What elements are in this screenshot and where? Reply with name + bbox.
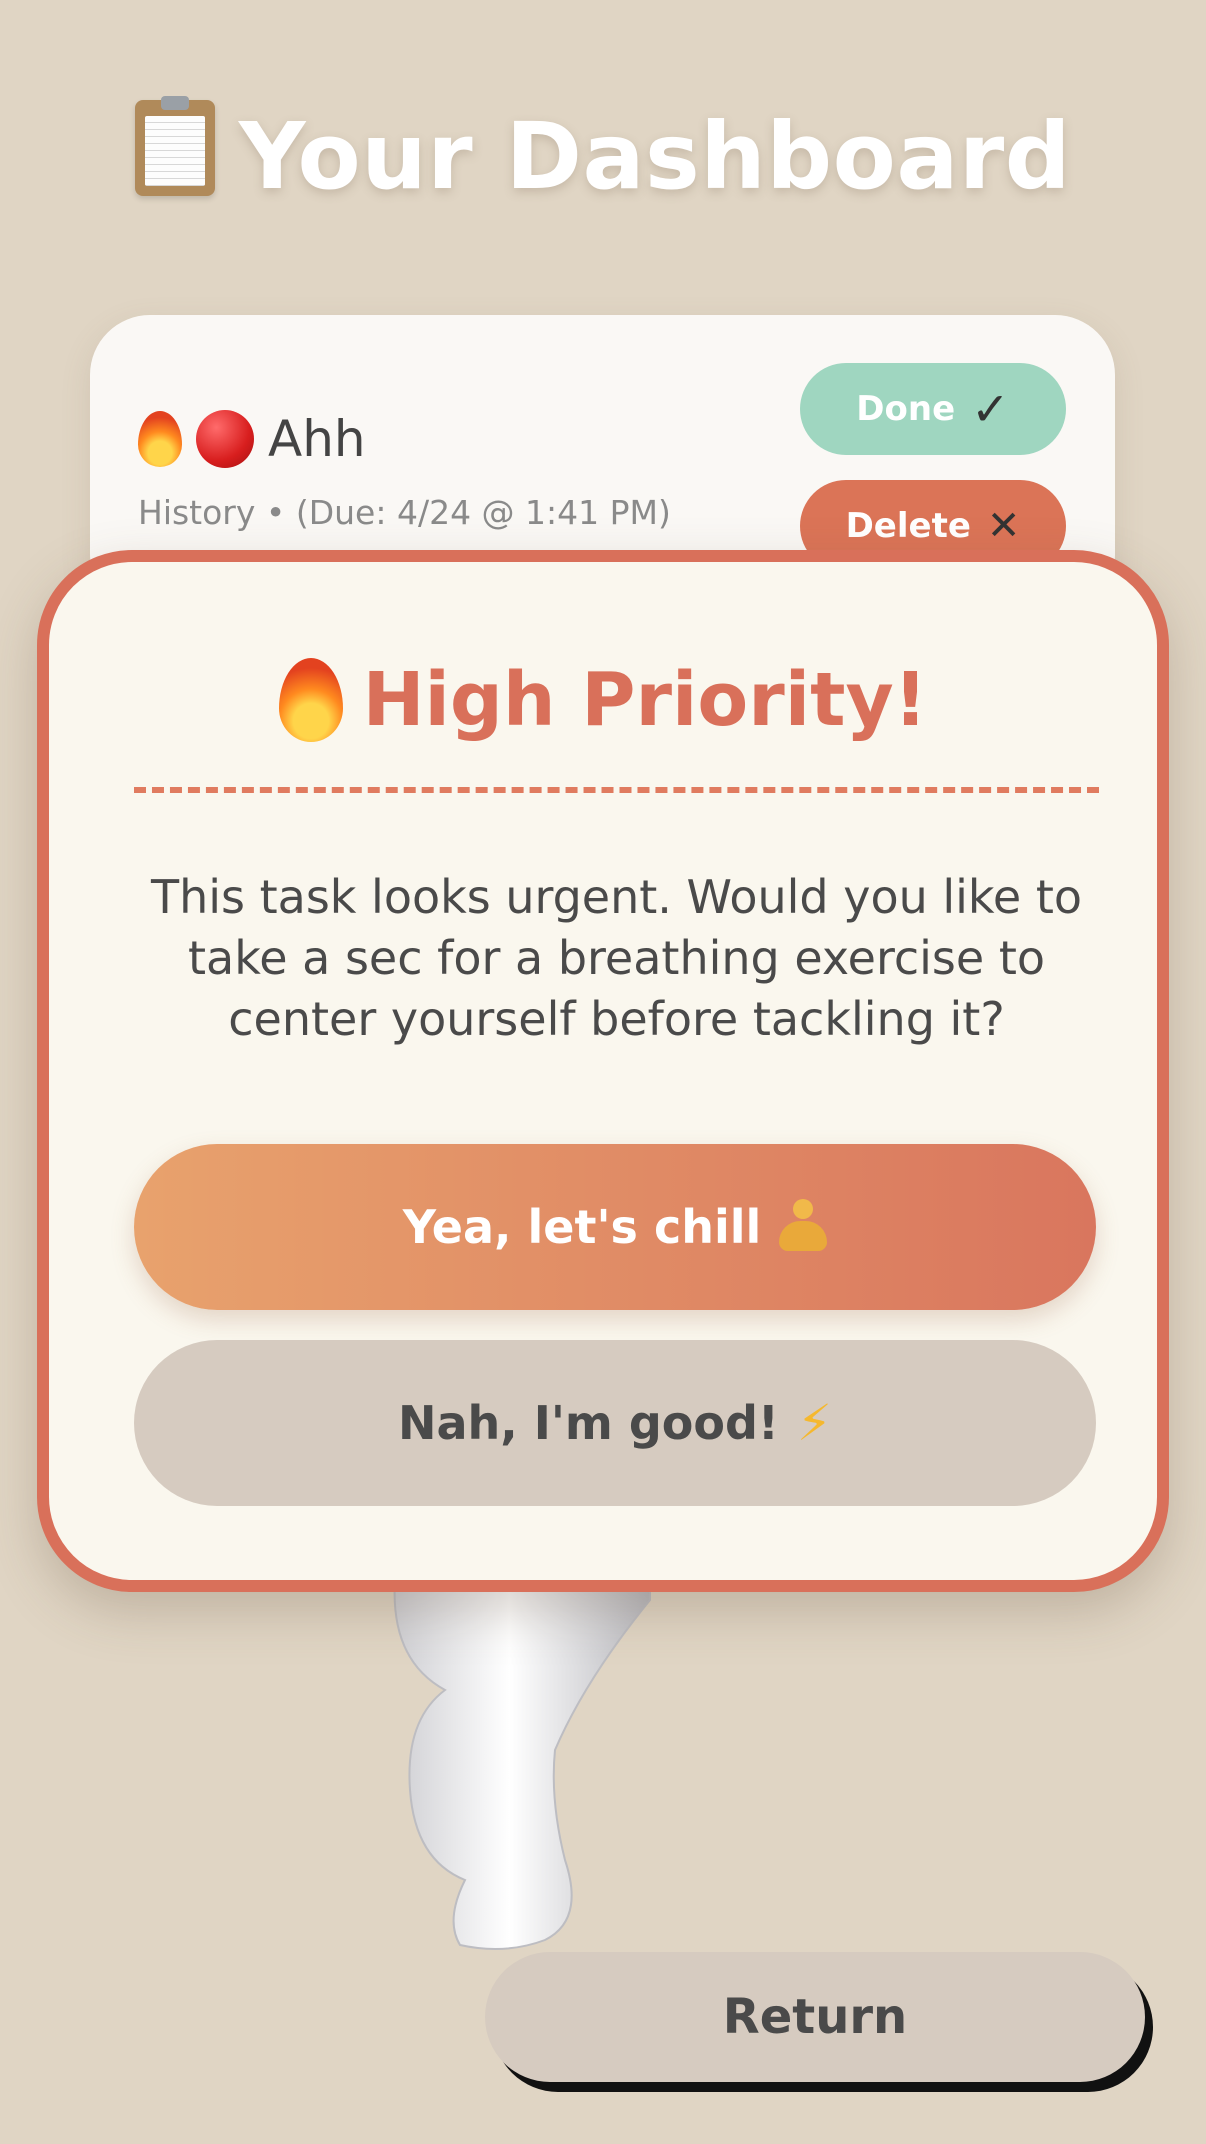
flame-icon xyxy=(138,411,182,467)
page-title-text: Your Dashboard xyxy=(238,103,1072,210)
lightning-icon: ⚡ xyxy=(796,1394,833,1452)
meditation-icon xyxy=(779,1199,828,1255)
breathing-exercise-button[interactable]: Yea, let's chill xyxy=(134,1144,1096,1310)
clipboard-icon xyxy=(134,96,215,196)
task-title: Ahh xyxy=(268,410,366,468)
mascot-figure xyxy=(393,1560,651,1950)
red-circle-icon xyxy=(196,410,254,468)
modal-title: High Priority! xyxy=(49,657,1157,743)
page-title: Your Dashboard xyxy=(0,96,1206,210)
modal-divider xyxy=(134,787,1099,793)
task-title-row: Ahh xyxy=(138,410,366,468)
task-meta: History • (Due: 4/24 @ 1:41 PM) xyxy=(138,493,671,532)
return-button[interactable]: Return xyxy=(485,1952,1145,2082)
delete-button-label: Delete xyxy=(845,506,971,546)
modal-title-text: High Priority! xyxy=(362,657,928,743)
dismiss-button-label: Nah, I'm good! xyxy=(397,1396,779,1450)
close-icon: ✕ xyxy=(986,503,1021,549)
flame-icon xyxy=(278,658,343,742)
checkmark-icon: ✓ xyxy=(971,382,1010,436)
modal-message: This task looks urgent. Would you like t… xyxy=(150,870,1083,1046)
breathing-exercise-button-label: Yea, let's chill xyxy=(402,1200,762,1254)
return-button-label: Return xyxy=(722,1989,908,2045)
done-button-label: Done xyxy=(856,389,956,429)
done-button[interactable]: Done ✓ xyxy=(800,363,1066,455)
dismiss-button[interactable]: Nah, I'm good! ⚡ xyxy=(134,1340,1096,1506)
priority-modal: High Priority! This task looks urgent. W… xyxy=(37,550,1169,1592)
